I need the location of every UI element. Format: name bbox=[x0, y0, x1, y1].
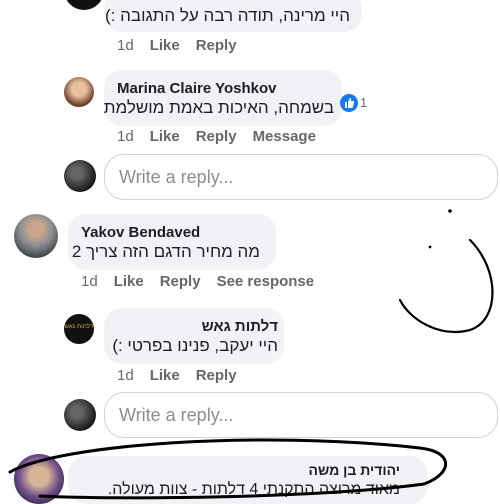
marker-annotation bbox=[8, 209, 494, 500]
